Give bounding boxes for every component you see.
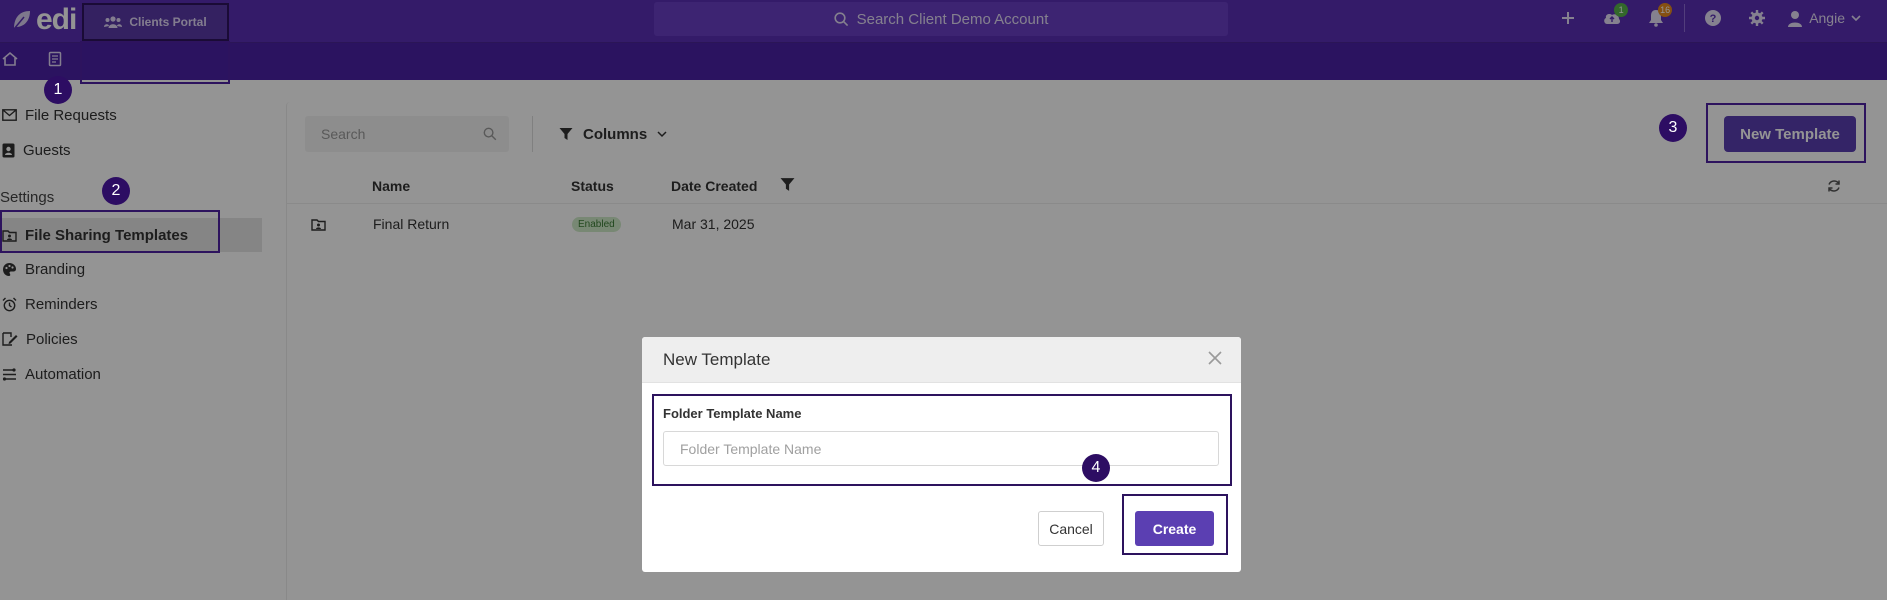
highlight-new-template <box>1706 103 1866 163</box>
callout-4: 4 <box>1082 454 1110 482</box>
highlight-clients-portal <box>80 41 230 84</box>
callout-2: 2 <box>102 177 130 205</box>
callout-3: 3 <box>1659 114 1687 142</box>
close-icon <box>1208 351 1222 365</box>
modal-title: New Template <box>663 350 771 369</box>
highlight-file-sharing-templates <box>0 210 220 253</box>
cancel-button[interactable]: Cancel <box>1038 511 1104 546</box>
highlight-template-name-field <box>652 394 1232 486</box>
close-button[interactable] <box>1207 350 1223 369</box>
highlight-create-button <box>1122 494 1228 555</box>
modal-header: New Template <box>642 337 1241 383</box>
callout-1: 1 <box>44 76 72 104</box>
new-template-modal: New Template Folder Template Name Cancel… <box>642 337 1241 572</box>
